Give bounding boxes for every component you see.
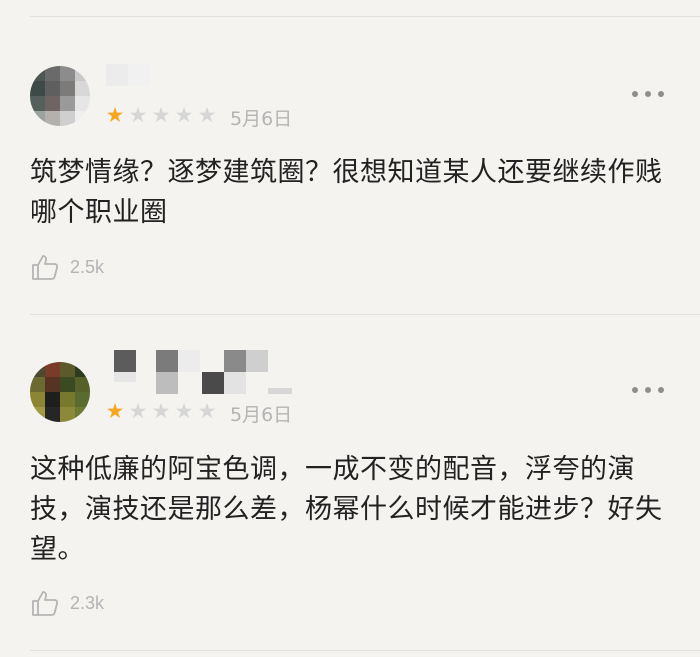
star-rating: ★ ★ ★ ★ ★ [104,400,218,422]
star-icon: ★ [151,103,171,127]
star-icon: ★ [151,399,171,423]
star-icon: ★ [174,103,194,127]
review-content: 这种低廉的阿宝色调，一成不变的配音，浮夸的演技，演技还是那么差，杨幂什么时候才能… [30,454,663,565]
thumbs-up-icon [32,591,59,616]
like-count: 2.5k [70,256,105,277]
star-icon: ★ [197,399,217,423]
more-dots-icon[interactable] [632,384,664,396]
like-count: 2.3k [70,592,105,613]
divider [30,650,700,651]
star-icon: ★ [197,103,217,127]
star-icon: ★ [128,399,148,423]
star-icon: ★ [128,103,148,127]
star-icon: ★ [105,399,125,423]
avatar[interactable] [30,362,90,422]
like-button[interactable]: 2.3k [30,588,104,618]
avatar[interactable] [30,66,90,126]
more-dots-icon[interactable] [632,88,664,100]
star-icon: ★ [174,399,194,423]
divider [30,16,700,17]
review-list: ★ ★ ★ ★ ★ 5月6日 筑梦情缘？逐梦建筑圈？很想知道某人还要继续作贱哪个… [0,0,700,657]
username-censored[interactable] [106,350,296,394]
thumbs-up-icon [32,255,59,280]
review-date: 5月6日 [230,108,293,130]
star-icon: ★ [105,103,125,127]
star-rating: ★ ★ ★ ★ ★ [104,104,218,126]
review-date: 5月6日 [230,404,293,426]
divider [30,314,700,315]
review-content: 筑梦情缘？逐梦建筑圈？很想知道某人还要继续作贱哪个职业圈 [30,157,663,228]
like-button[interactable]: 2.5k [30,252,104,282]
username-censored[interactable] [106,64,150,94]
